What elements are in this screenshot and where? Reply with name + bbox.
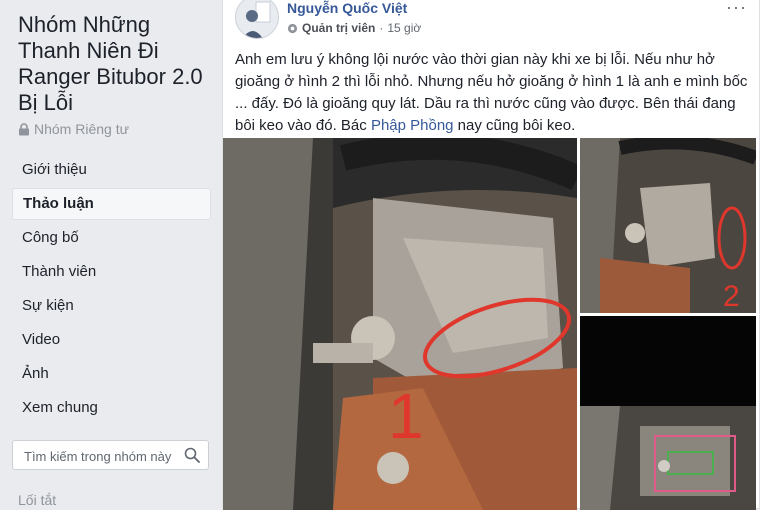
nav-item-photos[interactable]: Ảnh: [12, 358, 211, 390]
post-options-icon[interactable]: ···: [726, 0, 747, 18]
avatar-photo: [236, 0, 278, 38]
group-title[interactable]: Nhóm Những Thanh Niên Đi Ranger Bitubor …: [18, 12, 218, 116]
search-icon[interactable]: [184, 447, 200, 463]
post-meta: Quản trị viên · 15 giờ: [287, 21, 421, 35]
nav-item-videos[interactable]: Video: [12, 324, 211, 356]
post-photo-1[interactable]: 1: [223, 138, 577, 510]
nav-item-discussion[interactable]: Thảo luận: [12, 188, 211, 220]
author-avatar[interactable]: [235, 0, 279, 39]
group-nav: Giới thiệu Thảo luận Công bố Thành viên …: [12, 154, 211, 426]
photo-grid: 1 2: [223, 138, 760, 510]
engine-detail-photo: [580, 316, 756, 510]
meta-separator: ·: [379, 21, 384, 35]
nav-item-watch-party[interactable]: Xem chung: [12, 392, 211, 424]
engine-gasket-photo: 1: [223, 138, 577, 510]
nav-item-members[interactable]: Thành viên: [12, 256, 211, 288]
nav-item-about[interactable]: Giới thiệu: [12, 154, 211, 186]
post-author[interactable]: Nguyễn Quốc Việt: [287, 0, 407, 16]
post-body: Anh em lưu ý không lội nước vào thời gia…: [235, 49, 755, 137]
post-card: Nguyễn Quốc Việt Quản trị viên · 15 giờ …: [222, 0, 760, 510]
shortcuts-heading: Lối tắt: [18, 492, 57, 508]
post-photo-2[interactable]: 2: [580, 138, 756, 313]
nav-item-announcements[interactable]: Công bố: [12, 222, 211, 254]
post-text-end: nay cũng bôi keo.: [453, 117, 576, 134]
author-role[interactable]: Quản trị viên: [302, 21, 375, 35]
nav-item-events[interactable]: Sự kiện: [12, 290, 211, 322]
photo-annotation-1: 1: [388, 380, 424, 452]
group-search-input[interactable]: [22, 441, 181, 471]
mention-link[interactable]: Phập Phồng: [371, 117, 454, 134]
group-search[interactable]: [12, 440, 209, 471]
photo-annotation-2: 2: [723, 280, 740, 313]
post-time[interactable]: 15 giờ: [387, 21, 421, 35]
post-photo-3[interactable]: [580, 316, 756, 510]
group-sidebar: Nhóm Những Thanh Niên Đi Ranger Bitubor …: [0, 0, 222, 508]
group-privacy: Nhóm Riêng tư: [18, 121, 129, 137]
privacy-label: Nhóm Riêng tư: [34, 121, 129, 137]
admin-badge-icon: [287, 23, 298, 33]
lock-icon: [19, 122, 29, 135]
engine-gasket-photo-2: 2: [580, 138, 756, 313]
